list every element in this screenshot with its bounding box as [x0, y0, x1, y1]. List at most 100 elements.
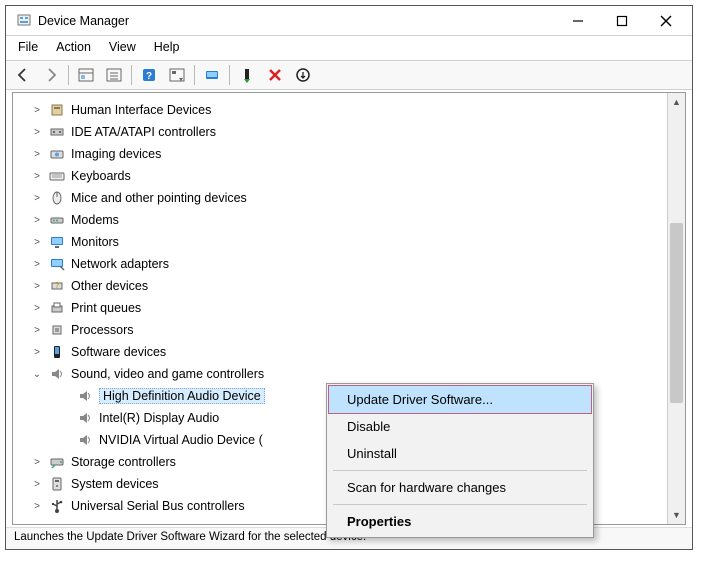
context-menu-item[interactable]: Uninstall — [329, 440, 591, 467]
tree-node-label: Storage controllers — [71, 455, 176, 469]
context-menu-separator — [333, 504, 587, 505]
expand-icon[interactable]: > — [31, 237, 43, 248]
scroll-up-arrow[interactable]: ▲ — [668, 93, 685, 111]
expand-icon[interactable]: > — [31, 127, 43, 138]
toolbar: ? — [6, 60, 692, 90]
tree-child-label: High Definition Audio Device — [99, 388, 265, 404]
tree-node-modem[interactable]: > Modems — [31, 209, 667, 231]
ide-icon — [49, 124, 65, 140]
tree-node-hid[interactable]: > Human Interface Devices — [31, 99, 667, 121]
svg-text:?: ? — [146, 71, 152, 82]
tree-node-label: Universal Serial Bus controllers — [71, 499, 245, 513]
scan-hardware-button[interactable] — [201, 64, 223, 86]
speaker-icon — [77, 388, 93, 404]
toolbar-divider — [194, 65, 195, 85]
mouse-icon — [49, 190, 65, 206]
tree-node-cpu[interactable]: > Processors — [31, 319, 667, 341]
expand-icon[interactable]: > — [31, 303, 43, 314]
speaker-icon — [77, 410, 93, 426]
menu-view[interactable]: View — [109, 40, 136, 54]
vertical-scrollbar[interactable]: ▲ ▼ — [667, 93, 685, 524]
expand-icon[interactable]: > — [31, 149, 43, 160]
tree-node-label: Modems — [71, 213, 119, 227]
modem-icon — [49, 212, 65, 228]
expand-icon[interactable]: > — [31, 215, 43, 226]
show-hide-console-tree-button[interactable] — [75, 64, 97, 86]
tree-node-network[interactable]: > Network adapters — [31, 253, 667, 275]
tree-node-label: Mice and other pointing devices — [71, 191, 247, 205]
tree-node-label: Network adapters — [71, 257, 169, 271]
speaker-icon — [77, 432, 93, 448]
imaging-icon — [49, 146, 65, 162]
toolbar-divider — [68, 65, 69, 85]
tree-node-imaging[interactable]: > Imaging devices — [31, 143, 667, 165]
context-menu-item[interactable]: Update Driver Software... — [329, 386, 591, 413]
close-button[interactable] — [644, 7, 688, 35]
expand-icon[interactable]: > — [31, 501, 43, 512]
usb-icon — [49, 498, 65, 514]
forward-button[interactable] — [40, 64, 62, 86]
expand-icon[interactable]: > — [31, 259, 43, 270]
context-menu: Update Driver Software...DisableUninstal… — [326, 383, 594, 538]
tree-node-other[interactable]: >?Other devices — [31, 275, 667, 297]
tree-node-label: Human Interface Devices — [71, 103, 211, 117]
tree-node-keyboard[interactable]: > Keyboards — [31, 165, 667, 187]
menu-help[interactable]: Help — [154, 40, 180, 54]
tree-node-sound[interactable]: ⌄ Sound, video and game controllers — [31, 363, 667, 385]
tree-node-label: Imaging devices — [71, 147, 161, 161]
menu-action[interactable]: Action — [56, 40, 91, 54]
tree-node-label: Keyboards — [71, 169, 131, 183]
scroll-thumb[interactable] — [670, 223, 683, 403]
context-menu-item[interactable]: Disable — [329, 413, 591, 440]
maximize-button[interactable] — [600, 7, 644, 35]
tree-node-mouse[interactable]: > Mice and other pointing devices — [31, 187, 667, 209]
minimize-button[interactable] — [556, 7, 600, 35]
monitor-icon — [49, 234, 65, 250]
toolbar-divider — [131, 65, 132, 85]
back-button[interactable] — [12, 64, 34, 86]
titlebar: Device Manager — [6, 6, 692, 36]
expand-icon[interactable]: > — [31, 457, 43, 468]
tree-node-software[interactable]: > Software devices — [31, 341, 667, 363]
expand-icon[interactable]: > — [31, 105, 43, 116]
action-toolbar-button[interactable] — [166, 64, 188, 86]
expand-icon[interactable]: > — [31, 347, 43, 358]
tree-node-label: Software devices — [71, 345, 166, 359]
printer-icon — [49, 300, 65, 316]
tree-node-monitor[interactable]: >Monitors — [31, 231, 667, 253]
tree-node-ide[interactable]: > IDE ATA/ATAPI controllers — [31, 121, 667, 143]
tree-child-label: Intel(R) Display Audio — [99, 411, 219, 425]
scroll-down-arrow[interactable]: ▼ — [668, 506, 685, 524]
toolbar-divider — [229, 65, 230, 85]
expand-icon[interactable]: > — [31, 171, 43, 182]
window-title: Device Manager — [38, 14, 556, 28]
context-menu-item[interactable]: Scan for hardware changes — [329, 474, 591, 501]
help-button[interactable]: ? — [138, 64, 160, 86]
tree-node-label: Print queues — [71, 301, 141, 315]
expand-icon[interactable]: > — [31, 193, 43, 204]
system-icon — [49, 476, 65, 492]
properties-toolbar-button[interactable] — [103, 64, 125, 86]
tree-node-label: System devices — [71, 477, 159, 491]
hid-icon — [49, 102, 65, 118]
context-menu-item[interactable]: Properties — [329, 508, 591, 535]
software-icon — [49, 344, 65, 360]
enable-toolbar-button[interactable] — [292, 64, 314, 86]
other-icon: ? — [49, 278, 65, 294]
expand-icon[interactable]: > — [31, 281, 43, 292]
tree-node-label: Processors — [71, 323, 134, 337]
app-icon — [16, 13, 32, 29]
expand-icon[interactable]: > — [31, 479, 43, 490]
sound-icon — [49, 366, 65, 382]
tree-node-label: IDE ATA/ATAPI controllers — [71, 125, 216, 139]
tree-node-label: Sound, video and game controllers — [71, 367, 264, 381]
menubar: File Action View Help — [6, 36, 692, 60]
uninstall-toolbar-button[interactable] — [264, 64, 286, 86]
tree-node-printer[interactable]: > Print queues — [31, 297, 667, 319]
collapse-icon[interactable]: ⌄ — [31, 369, 43, 380]
expand-icon[interactable]: > — [31, 325, 43, 336]
keyboard-icon — [49, 168, 65, 184]
status-text: Launches the Update Driver Software Wiza… — [14, 531, 366, 543]
menu-file[interactable]: File — [18, 40, 38, 54]
update-driver-toolbar-button[interactable] — [236, 64, 258, 86]
